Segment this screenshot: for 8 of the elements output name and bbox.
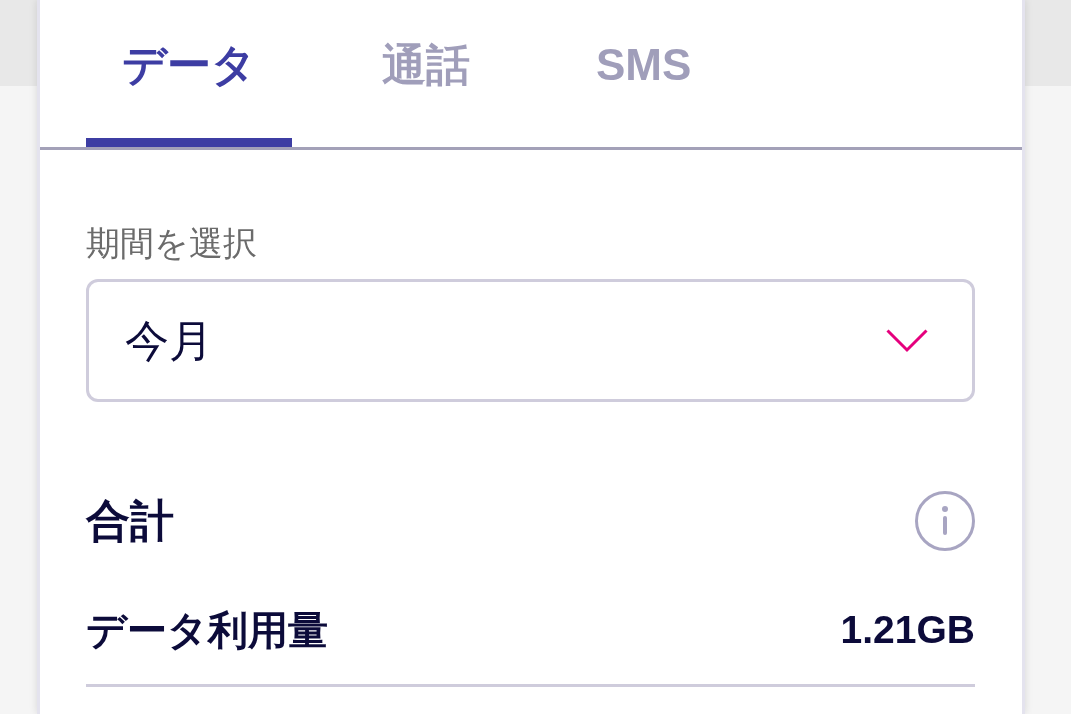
usage-value: 1.21GB xyxy=(840,607,975,653)
usage-label: データ利用量 xyxy=(86,607,328,654)
period-select[interactable]: 今月 xyxy=(86,279,975,402)
field-label: 期間を選択 xyxy=(86,223,257,263)
chevron-down-icon xyxy=(886,328,928,353)
section-title: 合計 xyxy=(86,495,174,547)
tab[interactable]: データ xyxy=(86,0,292,147)
info-icon[interactable] xyxy=(915,491,975,551)
